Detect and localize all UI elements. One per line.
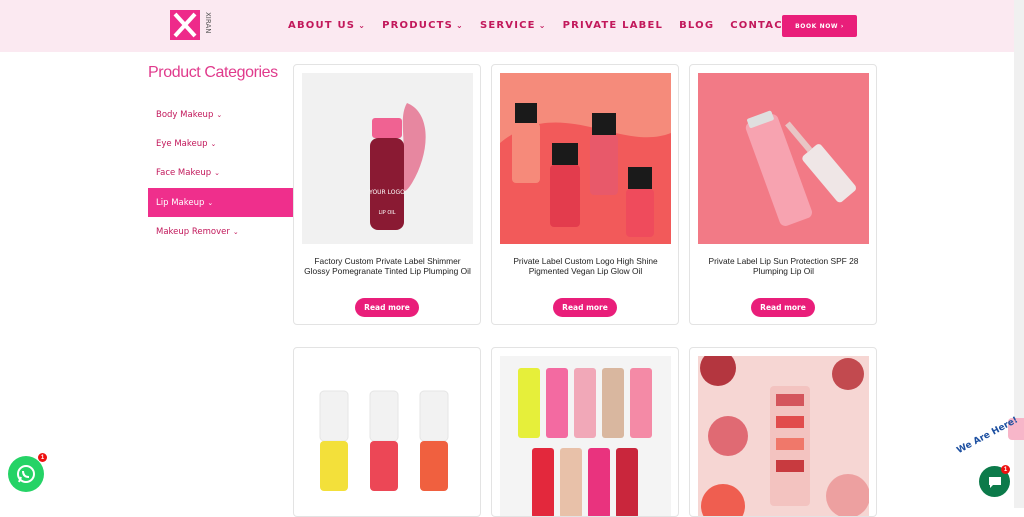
product-card: Private Label Custom Logo High Shine Pig…: [491, 64, 679, 325]
chevron-down-icon: ⌄: [538, 21, 547, 30]
product-image[interactable]: [302, 356, 473, 516]
product-image[interactable]: [698, 73, 869, 244]
product-card: Private Label Lip Sun Protection SPF 28 …: [689, 64, 877, 325]
product-title[interactable]: Factory Custom Private Label Shimmer Glo…: [302, 256, 473, 276]
category-body-makeup[interactable]: Body Makeup ⌄: [148, 100, 293, 129]
svg-text:LIP OIL: LIP OIL: [378, 210, 395, 216]
chevron-down-icon: ⌄: [207, 198, 214, 207]
category-face-makeup[interactable]: Face Makeup ⌄: [148, 158, 293, 187]
brand-logo[interactable]: XIRAN: [170, 10, 212, 44]
product-title[interactable]: Private Label Lip Sun Protection SPF 28 …: [698, 256, 869, 276]
nav-blog[interactable]: BLOG: [679, 20, 714, 31]
read-more-button[interactable]: Read more: [751, 298, 815, 317]
chevron-down-icon: ⌄: [456, 21, 464, 30]
chat-badge: 1: [1001, 465, 1010, 474]
product-card: YOUR LOGO LIP OIL Factory Custom Private…: [293, 64, 481, 325]
product-image[interactable]: [500, 356, 671, 516]
chevron-down-icon: ⌄: [358, 21, 367, 30]
nav-about-us[interactable]: ABOUT US ⌄: [288, 20, 366, 31]
sidebar-title: Product Categories: [148, 64, 278, 81]
category-lip-makeup[interactable]: Lip Makeup ⌄: [148, 188, 293, 217]
whatsapp-badge: 1: [38, 453, 47, 462]
chevron-down-icon: ⌄: [232, 227, 239, 236]
product-card: [491, 347, 679, 517]
site-header: XIRAN ABOUT US ⌄ PRODUCTS ⌄ SERVICE ⌄ PRIVA…: [0, 0, 1014, 52]
chat-icon: [988, 476, 1001, 488]
product-image[interactable]: [698, 356, 869, 516]
main-nav: ABOUT US ⌄ PRODUCTS ⌄ SERVICE ⌄ PRIVATE LAB…: [288, 20, 813, 31]
read-more-button[interactable]: Read more: [355, 298, 419, 317]
chevron-down-icon: ⌄: [216, 110, 223, 119]
nav-service[interactable]: SERVICE ⌄: [480, 20, 547, 31]
product-card: [689, 347, 877, 517]
product-title[interactable]: Private Label Custom Logo High Shine Pig…: [500, 256, 671, 276]
nav-private-label[interactable]: PRIVATE LABEL: [563, 20, 663, 31]
category-eye-makeup[interactable]: Eye Makeup ⌄: [148, 129, 293, 158]
nav-products[interactable]: PRODUCTS ⌄: [382, 20, 464, 31]
category-makeup-remover[interactable]: Makeup Remover ⌄: [148, 217, 293, 246]
svg-text:YOUR LOGO: YOUR LOGO: [368, 189, 405, 196]
product-card: [293, 347, 481, 517]
product-image[interactable]: YOUR LOGO LIP OIL: [302, 73, 473, 244]
whatsapp-button[interactable]: [8, 456, 44, 492]
chevron-down-icon: ⌄: [214, 168, 220, 177]
brand-name: XIRAN: [204, 12, 212, 33]
product-image[interactable]: [500, 73, 671, 244]
book-now-button[interactable]: BOOK NOW ›: [782, 15, 857, 37]
whatsapp-icon: [17, 465, 35, 483]
chevron-down-icon: ⌄: [210, 139, 217, 148]
read-more-button[interactable]: Read more: [553, 298, 617, 317]
